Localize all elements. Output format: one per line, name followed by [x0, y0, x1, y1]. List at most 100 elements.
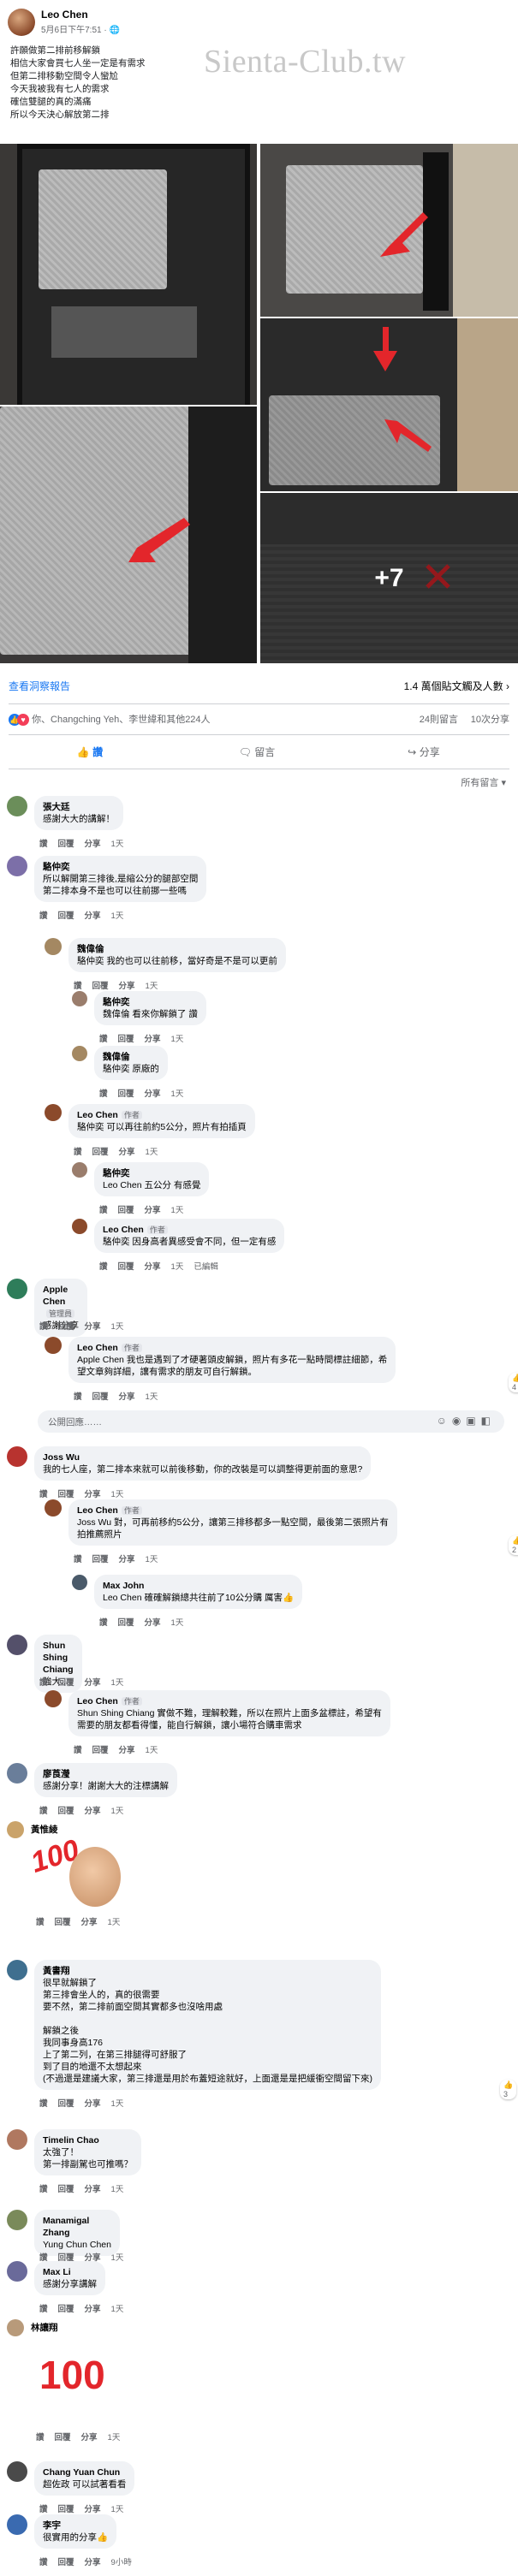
- share-comment-button[interactable]: 分享: [145, 1618, 161, 1628]
- share-comment-button[interactable]: 分享: [145, 1262, 161, 1272]
- reply-button[interactable]: 回覆: [55, 1918, 71, 1927]
- share-count[interactable]: 10次分享: [471, 712, 509, 726]
- commenter-avatar[interactable]: [45, 938, 62, 955]
- comment-time[interactable]: 1天: [171, 1618, 184, 1628]
- comment-time[interactable]: 1天: [146, 1746, 158, 1755]
- commenter-name[interactable]: Timelin Chao: [43, 2134, 133, 2146]
- like-comment-button[interactable]: 讚: [74, 982, 82, 991]
- like-comment-button[interactable]: 讚: [39, 2505, 48, 2514]
- commenter-name[interactable]: 林讓翔: [31, 2321, 58, 2334]
- comment-time[interactable]: 1天: [146, 1392, 158, 1402]
- commenter-name[interactable]: 魏偉倫: [77, 943, 277, 955]
- reply-composer[interactable]: 公開回應…… ☺◉▣◧: [38, 1410, 504, 1433]
- like-comment-button[interactable]: 讚: [39, 1678, 48, 1688]
- reply-button[interactable]: 回覆: [58, 911, 74, 921]
- like-comment-button[interactable]: 讚: [39, 2305, 48, 2314]
- share-comment-button[interactable]: 分享: [85, 2185, 101, 2194]
- commenter-name[interactable]: Leo Chen 作者: [103, 1224, 276, 1236]
- commenter-avatar[interactable]: [72, 1162, 87, 1178]
- commenter-name[interactable]: Leo Chen 作者: [77, 1695, 382, 1707]
- commenter-avatar[interactable]: [45, 1104, 62, 1121]
- commenter-name[interactable]: Max John: [103, 1580, 294, 1592]
- commenter-avatar[interactable]: [7, 2210, 27, 2230]
- share-comment-button[interactable]: 分享: [119, 1746, 135, 1755]
- comment-time[interactable]: 1天: [146, 1555, 158, 1564]
- commenter-avatar[interactable]: [7, 1279, 27, 1299]
- like-comment-button[interactable]: 讚: [39, 2185, 48, 2194]
- author-name[interactable]: Leo Chen: [41, 9, 88, 21]
- comment-time[interactable]: 1天: [111, 1490, 124, 1499]
- comment-reaction-count[interactable]: 👍 4: [509, 1373, 518, 1392]
- comment-time[interactable]: 1天: [146, 1148, 158, 1157]
- comment-time[interactable]: 1天: [111, 2099, 124, 2109]
- like-comment-button[interactable]: 讚: [74, 1148, 82, 1157]
- reply-button[interactable]: 回覆: [118, 1262, 134, 1272]
- comment-time[interactable]: 1天: [111, 2505, 124, 2514]
- like-comment-button[interactable]: 讚: [74, 1555, 82, 1564]
- reply-button[interactable]: 回覆: [92, 1746, 109, 1755]
- comment-reaction-count[interactable]: 👍 3: [500, 2080, 517, 2099]
- comment-time[interactable]: 1天: [108, 2433, 121, 2442]
- comment-time[interactable]: 1天: [171, 1035, 184, 1044]
- like-comment-button[interactable]: 讚: [74, 1392, 82, 1402]
- reactors-text[interactable]: 你、Changching Yeh、李世緯和其他224人: [32, 715, 210, 725]
- reply-button[interactable]: 回覆: [58, 2099, 74, 2109]
- comment-count[interactable]: 24則留言: [420, 712, 458, 726]
- commenter-name[interactable]: 魏偉倫: [103, 1051, 159, 1063]
- like-comment-button[interactable]: 讚: [74, 1746, 82, 1755]
- reply-button[interactable]: 回覆: [58, 1678, 74, 1688]
- reply-button[interactable]: 回覆: [118, 1035, 134, 1044]
- commenter-avatar[interactable]: [7, 2514, 27, 2535]
- reply-button[interactable]: 回覆: [58, 2505, 74, 2514]
- commenter-avatar[interactable]: [72, 1046, 87, 1061]
- commenter-avatar[interactable]: [7, 2461, 27, 2482]
- post-photo[interactable]: [0, 144, 257, 405]
- like-comment-button[interactable]: 讚: [39, 1322, 48, 1332]
- like-comment-button[interactable]: 讚: [99, 1089, 108, 1099]
- commenter-avatar[interactable]: [7, 2261, 27, 2282]
- commenter-avatar[interactable]: [7, 2129, 27, 2150]
- reply-button[interactable]: 回覆: [92, 1555, 109, 1564]
- share-comment-button[interactable]: 分享: [81, 1918, 98, 1927]
- post-photo[interactable]: [260, 144, 518, 317]
- commenter-name[interactable]: 廖莨瀅: [43, 1768, 169, 1780]
- commenter-name[interactable]: Joss Wu: [43, 1451, 362, 1463]
- commenter-avatar[interactable]: [72, 1575, 87, 1590]
- reply-button[interactable]: 回覆: [58, 2185, 74, 2194]
- like-comment-button[interactable]: 讚: [39, 840, 48, 849]
- like-comment-button[interactable]: 讚: [99, 1262, 108, 1272]
- comment-time[interactable]: 9小時: [111, 2558, 132, 2567]
- like-comment-button[interactable]: 讚: [99, 1206, 108, 1215]
- reply-button[interactable]: 回覆: [58, 1807, 74, 1816]
- comment-time[interactable]: 1天: [111, 2253, 124, 2263]
- commenter-name[interactable]: 張大廷: [43, 801, 115, 813]
- like-button[interactable]: 👍 讚: [9, 745, 171, 759]
- share-comment-button[interactable]: 分享: [85, 911, 101, 921]
- reply-button[interactable]: 回覆: [92, 982, 109, 991]
- like-comment-button[interactable]: 讚: [39, 2099, 48, 2109]
- share-comment-button[interactable]: 分享: [85, 840, 101, 849]
- commenter-avatar[interactable]: [45, 1499, 62, 1517]
- like-comment-button[interactable]: 讚: [99, 1035, 108, 1044]
- share-comment-button[interactable]: 分享: [119, 1392, 135, 1402]
- commenter-name[interactable]: 黃惟綾: [31, 1823, 58, 1836]
- share-comment-button[interactable]: 分享: [145, 1206, 161, 1215]
- commenter-avatar[interactable]: [7, 1763, 27, 1784]
- commenter-avatar[interactable]: [7, 856, 27, 876]
- like-comment-button[interactable]: 讚: [39, 1490, 48, 1499]
- comment-sort-dropdown[interactable]: 所有留言 ▾: [461, 775, 506, 789]
- emoji-icon[interactable]: ☺: [437, 1415, 452, 1427]
- commenter-avatar[interactable]: [7, 1960, 27, 1980]
- share-comment-button[interactable]: 分享: [85, 1490, 101, 1499]
- comment-time[interactable]: 1天: [171, 1089, 184, 1099]
- comment-reaction-count[interactable]: 👍 2: [509, 1535, 518, 1555]
- comment-button[interactable]: 🗨 留言: [176, 745, 338, 759]
- reply-button[interactable]: 回覆: [58, 1322, 74, 1332]
- share-comment-button[interactable]: 分享: [119, 982, 135, 991]
- commenter-name[interactable]: 駱仲奕: [43, 861, 198, 873]
- comment-time[interactable]: 1天: [108, 1918, 121, 1927]
- comment-time[interactable]: 1天: [111, 1678, 124, 1688]
- share-comment-button[interactable]: 分享: [119, 1148, 135, 1157]
- share-comment-button[interactable]: 分享: [85, 1322, 101, 1332]
- reply-button[interactable]: 回覆: [118, 1206, 134, 1215]
